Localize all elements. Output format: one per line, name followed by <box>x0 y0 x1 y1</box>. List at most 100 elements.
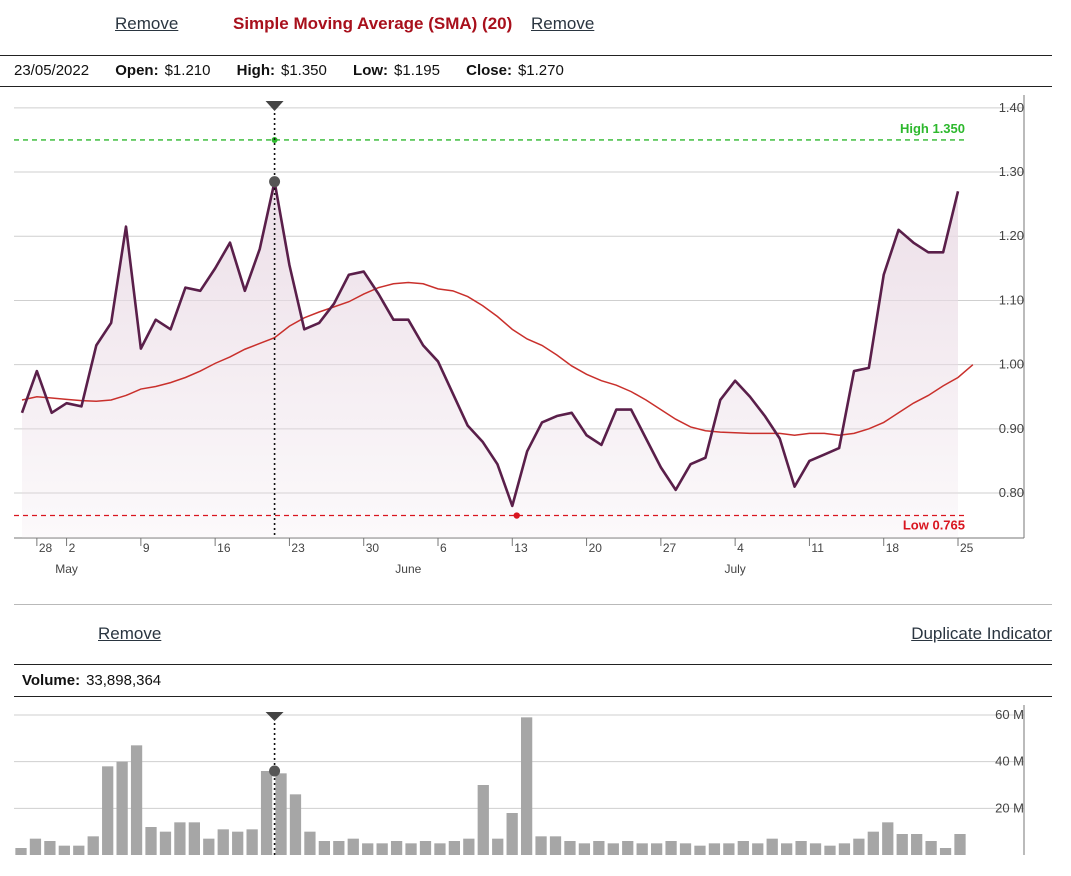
volume-bar <box>87 836 99 855</box>
volume-bar <box>188 822 200 855</box>
high-reference-label: High 1.350 <box>900 121 965 136</box>
month-label: May <box>55 562 78 576</box>
volume-bar <box>650 843 663 855</box>
y-tick-label: 1.20 <box>999 228 1024 243</box>
volume-bar <box>275 773 287 855</box>
remove-volume-link[interactable]: Remove <box>98 624 161 644</box>
volume-bar <box>405 843 417 855</box>
x-tick-label: 11 <box>811 541 824 555</box>
volume-bar <box>723 843 735 855</box>
volume-bar <box>159 831 172 855</box>
x-tick-label: 9 <box>143 541 150 555</box>
volume-bar <box>29 838 42 855</box>
volume-bar <box>289 794 302 855</box>
divider <box>0 86 1052 87</box>
y-tick-label: 1.00 <box>999 357 1024 372</box>
remove-sma-link[interactable]: Remove <box>531 14 594 34</box>
volume-bar <box>737 841 749 855</box>
volume-bar <box>549 836 562 855</box>
volume-bar <box>694 845 706 855</box>
volume-bar <box>781 843 793 855</box>
volume-bar <box>593 841 605 855</box>
open-label: Open: <box>115 62 159 79</box>
volume-y-tick-label: 60 M <box>995 707 1024 722</box>
volume-bar <box>708 843 721 855</box>
volume-bar <box>607 843 619 855</box>
low-label: Low: <box>353 62 389 79</box>
x-tick-label: 6 <box>440 541 447 555</box>
volume-bar <box>853 838 865 855</box>
volume-bar <box>73 845 85 855</box>
price-date: 23/05/2022 <box>14 62 90 79</box>
volume-info-bar: Volume: 33,898,364 <box>22 672 161 689</box>
month-label: July <box>724 562 745 576</box>
y-tick-label: 1.40 <box>999 100 1024 115</box>
volume-bar <box>217 829 229 855</box>
volume-bar <box>492 838 504 855</box>
volume-y-tick-label: 20 M <box>995 800 1024 815</box>
volume-bar <box>578 843 591 855</box>
x-tick-label: 28 <box>39 541 53 555</box>
x-tick-label: 2 <box>69 541 76 555</box>
crosshair-point <box>269 176 281 188</box>
crosshair-handle-icon <box>265 101 284 111</box>
volume-bar <box>448 841 461 855</box>
close-value: $1.270 <box>517 62 564 79</box>
y-tick-label: 0.90 <box>999 421 1024 436</box>
volume-bar <box>463 838 475 855</box>
high-label: High: <box>236 62 275 79</box>
volume-bar <box>318 841 331 855</box>
high-value: $1.350 <box>280 62 327 79</box>
volume-value: 33,898,364 <box>86 672 162 689</box>
divider <box>14 696 1052 697</box>
low-marker-dot <box>513 512 520 519</box>
volume-bar <box>232 831 244 855</box>
remove-link-left[interactable]: Remove <box>115 14 178 34</box>
volume-bar <box>520 717 533 855</box>
x-tick-label: 23 <box>291 541 305 555</box>
volume-label: Volume: <box>22 672 81 689</box>
volume-bar <box>925 841 937 855</box>
volume-bar <box>376 843 388 855</box>
volume-y-tick-label: 40 M <box>995 754 1024 769</box>
y-tick-label: 1.30 <box>999 164 1024 179</box>
volume-bar <box>347 838 359 855</box>
volume-bar <box>564 841 576 855</box>
volume-bar <box>116 761 128 855</box>
low-reference-label: Low 0.765 <box>903 518 965 533</box>
volume-bar <box>390 841 403 855</box>
month-label: June <box>395 562 421 576</box>
volume-chart[interactable]: 20 M 40 M 60 M <box>0 705 1060 865</box>
divider <box>14 604 1052 605</box>
volume-bar <box>130 745 143 855</box>
price-chart[interactable]: 0.80 0.90 1.00 1.10 1.20 1.30 1.40 High 1.350 Lo… <box>0 95 1060 595</box>
divider <box>0 55 1052 56</box>
volume-bar <box>145 827 157 855</box>
volume-bar <box>102 766 114 855</box>
x-tick-label: 4 <box>737 541 744 555</box>
volume-bar <box>867 831 879 855</box>
y-tick-label: 1.10 <box>999 292 1024 307</box>
duplicate-indicator-link[interactable]: Duplicate Indicator <box>911 624 1052 644</box>
volume-bar <box>795 841 807 855</box>
volume-bar <box>896 834 908 855</box>
volume-bar <box>506 813 518 855</box>
volume-bar <box>203 838 215 855</box>
volume-bar <box>636 843 648 855</box>
volume-bar <box>752 843 764 855</box>
volume-bar <box>362 843 374 855</box>
sma-indicator-title: Simple Moving Average (SMA) (20) <box>233 14 513 33</box>
price-area-fill <box>22 181 958 538</box>
volume-bar <box>954 834 966 855</box>
volume-bar <box>679 843 692 855</box>
price-info-bar: 23/05/2022 Open: $1.210 High: $1.350 Low: $… <box>14 62 564 79</box>
volume-bar <box>419 841 432 855</box>
x-tick-label: 18 <box>886 541 900 555</box>
volume-bar <box>809 843 822 855</box>
close-label: Close: <box>466 62 512 79</box>
volume-bar <box>58 845 70 855</box>
x-tick-label: 20 <box>589 541 603 555</box>
divider <box>14 664 1052 665</box>
y-tick-label: 0.80 <box>999 485 1024 500</box>
volume-bar <box>882 822 894 855</box>
